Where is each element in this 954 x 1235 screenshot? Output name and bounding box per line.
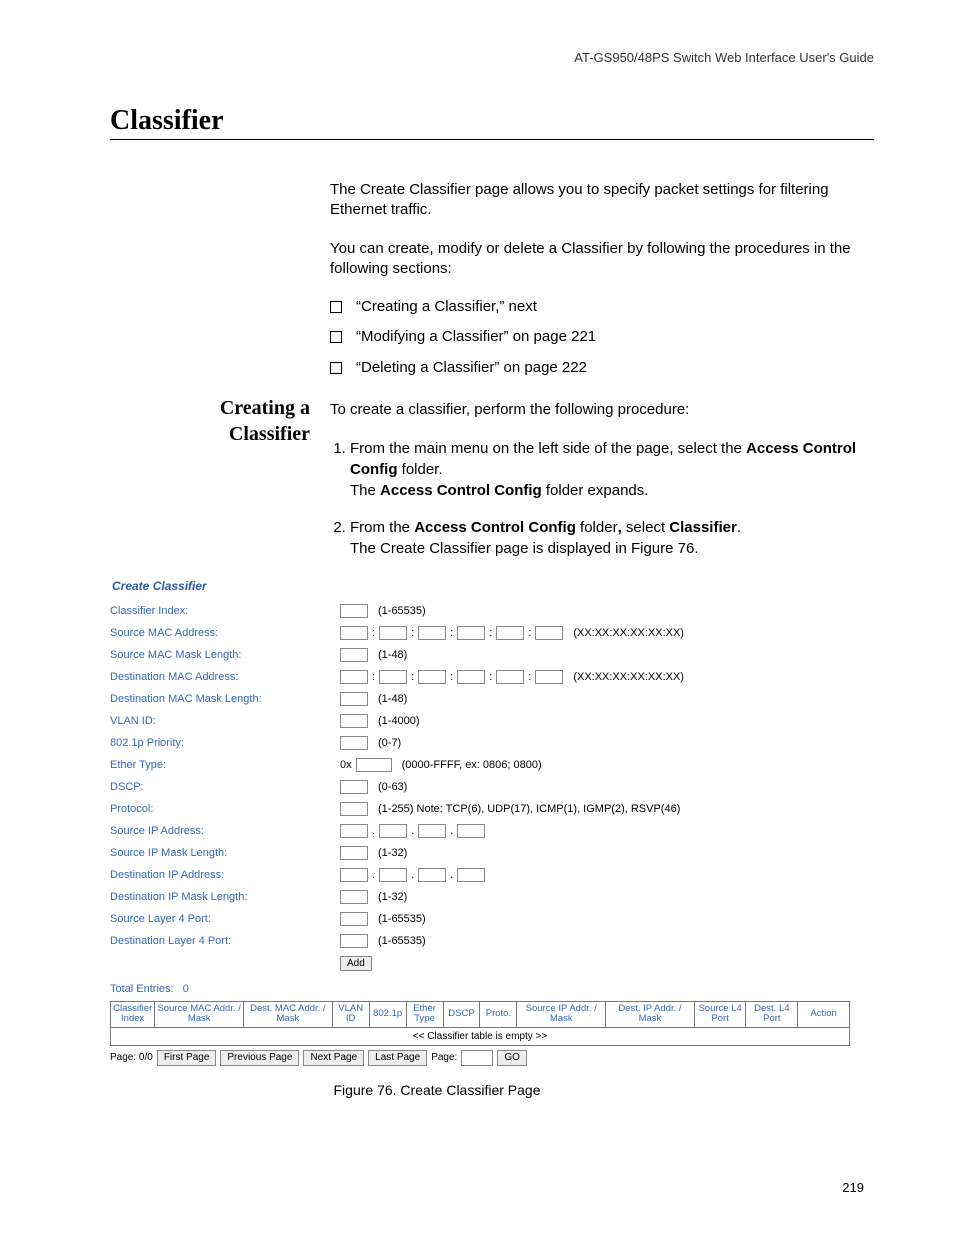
section-title: Classifier xyxy=(110,105,874,140)
label-ether-type: Ether Type: xyxy=(110,759,340,771)
input-dst-mac-mask[interactable] xyxy=(340,692,368,706)
page-number: 219 xyxy=(842,1180,864,1195)
input-dst-mac-6[interactable] xyxy=(535,670,563,684)
intro-paragraph-2: You can create, modify or delete a Class… xyxy=(330,239,874,280)
figure-caption: Figure 76. Create Classifier Page xyxy=(0,1082,874,1098)
procedure-intro: To create a classifier, perform the foll… xyxy=(330,400,874,420)
input-dst-ip-mask[interactable] xyxy=(340,890,368,904)
label-src-ip: Source IP Address: xyxy=(110,825,340,837)
form-title: Create Classifier xyxy=(110,575,850,601)
label-dst-l4: Destination Layer 4 Port: xyxy=(110,935,340,947)
create-classifier-screenshot: Create Classifier Classifier Index:(1-65… xyxy=(110,575,850,1066)
label-classifier-index: Classifier Index: xyxy=(110,605,340,617)
input-dst-l4[interactable] xyxy=(340,934,368,948)
input-classifier-index[interactable] xyxy=(340,604,368,618)
page-indicator: Page: 0/0 xyxy=(110,1052,153,1063)
bullet-item: “Creating a Classifier,” next xyxy=(356,297,537,317)
step-1: From the main menu on the left side of t… xyxy=(350,438,874,501)
label-8021p: 802.1p Priority: xyxy=(110,737,340,749)
label-dscp: DSCP: xyxy=(110,781,340,793)
bullet-icon xyxy=(330,301,342,313)
input-dst-ip-4[interactable] xyxy=(457,868,485,882)
input-dst-mac-4[interactable] xyxy=(457,670,485,684)
table-empty-message: << Classifier table is empty >> xyxy=(111,1027,850,1045)
input-src-mac-5[interactable] xyxy=(496,626,524,640)
bullet-item: “Modifying a Classifier” on page 221 xyxy=(356,327,596,347)
input-dst-mac-5[interactable] xyxy=(496,670,524,684)
input-src-mac-1[interactable] xyxy=(340,626,368,640)
bullet-list: “Creating a Classifier,” next “Modifying… xyxy=(330,297,874,378)
label-dst-mac: Destination MAC Address: xyxy=(110,671,340,683)
label-dst-ip: Destination IP Address: xyxy=(110,869,340,881)
previous-page-button[interactable]: Previous Page xyxy=(220,1050,299,1066)
input-dst-mac-1[interactable] xyxy=(340,670,368,684)
step-2: From the Access Control Config folder, s… xyxy=(350,517,874,559)
bullet-icon xyxy=(330,331,342,343)
table-header-row: Classifier IndexSource MAC Addr. / MaskD… xyxy=(111,1002,850,1028)
input-src-ip-mask[interactable] xyxy=(340,846,368,860)
input-src-mac-4[interactable] xyxy=(457,626,485,640)
input-src-ip-1[interactable] xyxy=(340,824,368,838)
pager: Page: 0/0 First Page Previous Page Next … xyxy=(110,1050,850,1066)
add-button[interactable]: Add xyxy=(340,956,372,971)
next-page-button[interactable]: Next Page xyxy=(303,1050,364,1066)
total-entries: Total Entries: 0 xyxy=(110,983,850,995)
doc-header: AT-GS950/48PS Switch Web Interface User'… xyxy=(110,50,874,65)
input-src-ip-2[interactable] xyxy=(379,824,407,838)
label-src-l4: Source Layer 4 Port: xyxy=(110,913,340,925)
last-page-button[interactable]: Last Page xyxy=(368,1050,427,1066)
input-dst-ip-3[interactable] xyxy=(418,868,446,882)
first-page-button[interactable]: First Page xyxy=(157,1050,217,1066)
input-src-mac-2[interactable] xyxy=(379,626,407,640)
input-dst-ip-2[interactable] xyxy=(379,868,407,882)
label-dst-mac-mask: Destination MAC Mask Length: xyxy=(110,693,340,705)
input-src-ip-3[interactable] xyxy=(418,824,446,838)
input-src-mac-mask[interactable] xyxy=(340,648,368,662)
label-vlan-id: VLAN ID: xyxy=(110,715,340,727)
input-src-ip-4[interactable] xyxy=(457,824,485,838)
input-dst-mac-2[interactable] xyxy=(379,670,407,684)
page-label: Page: xyxy=(431,1052,457,1063)
input-dst-mac-3[interactable] xyxy=(418,670,446,684)
classifier-table: Classifier IndexSource MAC Addr. / MaskD… xyxy=(110,1001,850,1046)
label-src-ip-mask: Source IP Mask Length: xyxy=(110,847,340,859)
input-ether-type[interactable] xyxy=(356,758,392,772)
label-src-mac-mask: Source MAC Mask Length: xyxy=(110,649,340,661)
label-protocol: Protocol: xyxy=(110,803,340,815)
go-button[interactable]: GO xyxy=(497,1050,527,1066)
input-src-l4[interactable] xyxy=(340,912,368,926)
input-protocol[interactable] xyxy=(340,802,368,816)
label-src-mac: Source MAC Address: xyxy=(110,627,340,639)
input-8021p[interactable] xyxy=(340,736,368,750)
page-input[interactable] xyxy=(461,1050,493,1066)
bullet-item: “Deleting a Classifier” on page 222 xyxy=(356,358,587,378)
input-src-mac-6[interactable] xyxy=(535,626,563,640)
input-vlan-id[interactable] xyxy=(340,714,368,728)
intro-paragraph-1: The Create Classifier page allows you to… xyxy=(330,180,874,221)
input-dst-ip-1[interactable] xyxy=(340,868,368,882)
input-src-mac-3[interactable] xyxy=(418,626,446,640)
side-heading: Creating aClassifier xyxy=(110,395,310,447)
input-dscp[interactable] xyxy=(340,780,368,794)
label-dst-ip-mask: Destination IP Mask Length: xyxy=(110,891,340,903)
bullet-icon xyxy=(330,362,342,374)
